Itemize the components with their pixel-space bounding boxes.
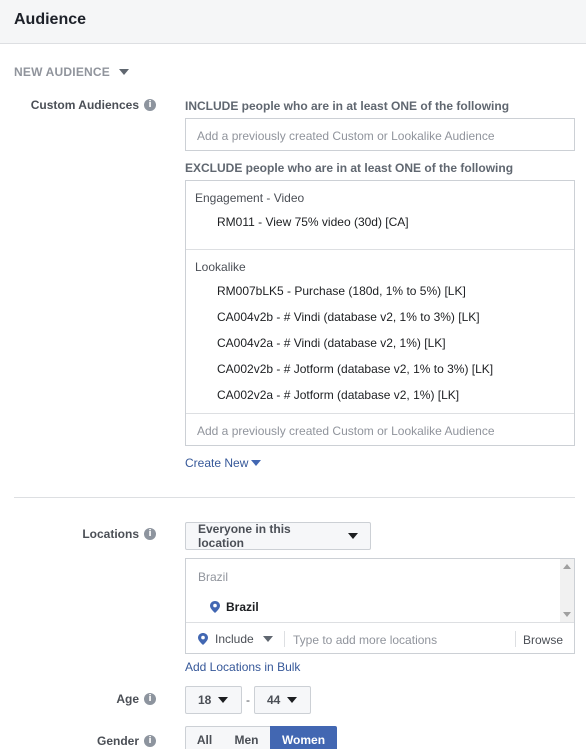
age-label: Age <box>116 692 139 706</box>
divider <box>284 631 285 647</box>
chevron-down-icon <box>218 697 229 703</box>
locations-box: Brazil Brazil Include Type to add more l… <box>185 558 575 654</box>
location-type-dropdown[interactable]: Everyone in this location <box>185 522 371 550</box>
section-divider <box>14 497 575 498</box>
info-icon[interactable]: i <box>144 528 156 540</box>
age-label-row: Age i <box>116 692 156 706</box>
chevron-down-icon <box>287 697 298 703</box>
chevron-down-icon <box>118 69 129 75</box>
chevron-down-icon <box>348 533 358 539</box>
group-title-engagement-video: Engagement - Video <box>195 191 305 205</box>
custom-audiences-label: Custom Audiences <box>30 98 139 112</box>
age-max-value: 44 <box>267 693 281 707</box>
new-audience-label: NEW AUDIENCE <box>14 65 110 79</box>
selected-location[interactable]: Brazil <box>226 600 259 614</box>
chevron-down-icon <box>262 636 273 642</box>
age-max-select[interactable]: 44 <box>254 686 311 714</box>
browse-button[interactable]: Browse <box>523 633 563 647</box>
location-input-row: Include Type to add more locations Brows… <box>186 624 574 653</box>
location-pin-icon <box>198 633 208 645</box>
scroll-down-icon[interactable] <box>563 612 571 617</box>
include-dropdown[interactable]: Include <box>198 632 273 646</box>
group-divider <box>186 249 574 250</box>
include-audience-input[interactable]: Add a previously created Custom or Looka… <box>185 118 575 151</box>
custom-audiences-label-row: Custom Audiences i <box>31 98 156 112</box>
audience-item[interactable]: CA004v2b - # Vindi (database v2, 1% to 3… <box>217 310 480 324</box>
scroll-up-icon[interactable] <box>563 564 571 569</box>
section-header: Audience <box>0 0 586 44</box>
audience-item[interactable]: CA002v2b - # Jotform (database v2, 1% to… <box>217 362 493 376</box>
scrollbar[interactable] <box>560 559 574 622</box>
locations-list[interactable]: Brazil Brazil <box>186 559 574 623</box>
info-icon[interactable]: i <box>144 99 156 111</box>
audience-item[interactable]: CA004v2a - # Vindi (database v2, 1%) [LK… <box>217 336 446 350</box>
location-group-title: Brazil <box>198 570 229 584</box>
group-title-lookalike: Lookalike <box>195 260 246 274</box>
info-icon[interactable]: i <box>144 735 156 747</box>
audience-item[interactable]: RM007bLK5 - Purchase (180d, 1% to 5%) [L… <box>217 284 466 298</box>
divider <box>515 631 516 647</box>
audience-item[interactable]: CA002v2a - # Jotform (database v2, 1%) [… <box>217 388 459 402</box>
create-new-label: Create New <box>185 456 249 470</box>
exclude-caption: EXCLUDE people who are in at least ONE o… <box>185 161 514 175</box>
create-new-link[interactable]: Create New <box>185 456 262 470</box>
include-label: Include <box>215 632 254 646</box>
audience-item[interactable]: RM011 - View 75% video (30d) [CA] <box>217 215 409 229</box>
locations-label-row: Locations i <box>82 527 156 541</box>
add-locations-bulk-link[interactable]: Add Locations in Bulk <box>185 660 300 674</box>
gender-label-row: Gender i <box>97 734 156 748</box>
include-caption: INCLUDE people who are in at least ONE o… <box>185 99 510 113</box>
gender-option-men[interactable]: Men <box>223 726 271 749</box>
location-pin-icon <box>210 601 220 613</box>
info-icon[interactable]: i <box>144 693 156 705</box>
input-divider <box>186 413 574 414</box>
gender-option-all[interactable]: All <box>185 726 224 749</box>
age-separator: - <box>246 693 250 707</box>
location-search-input[interactable]: Type to add more locations <box>293 633 437 647</box>
location-type-label: Everyone in this location <box>198 522 291 550</box>
gender-label: Gender <box>96 734 139 748</box>
exclude-audience-box: Engagement - Video RM011 - View 75% vide… <box>185 180 575 446</box>
exclude-audience-input[interactable]: Add a previously created Custom or Looka… <box>197 424 495 438</box>
age-min-value: 18 <box>198 693 212 707</box>
locations-label: Locations <box>82 527 139 541</box>
include-audience-placeholder: Add a previously created Custom or Looka… <box>197 129 495 143</box>
gender-option-women[interactable]: Women <box>270 726 337 749</box>
age-min-select[interactable]: 18 <box>185 686 242 714</box>
chevron-down-icon <box>251 460 262 466</box>
section-title: Audience <box>14 11 87 28</box>
new-audience-dropdown[interactable]: NEW AUDIENCE <box>14 65 129 79</box>
